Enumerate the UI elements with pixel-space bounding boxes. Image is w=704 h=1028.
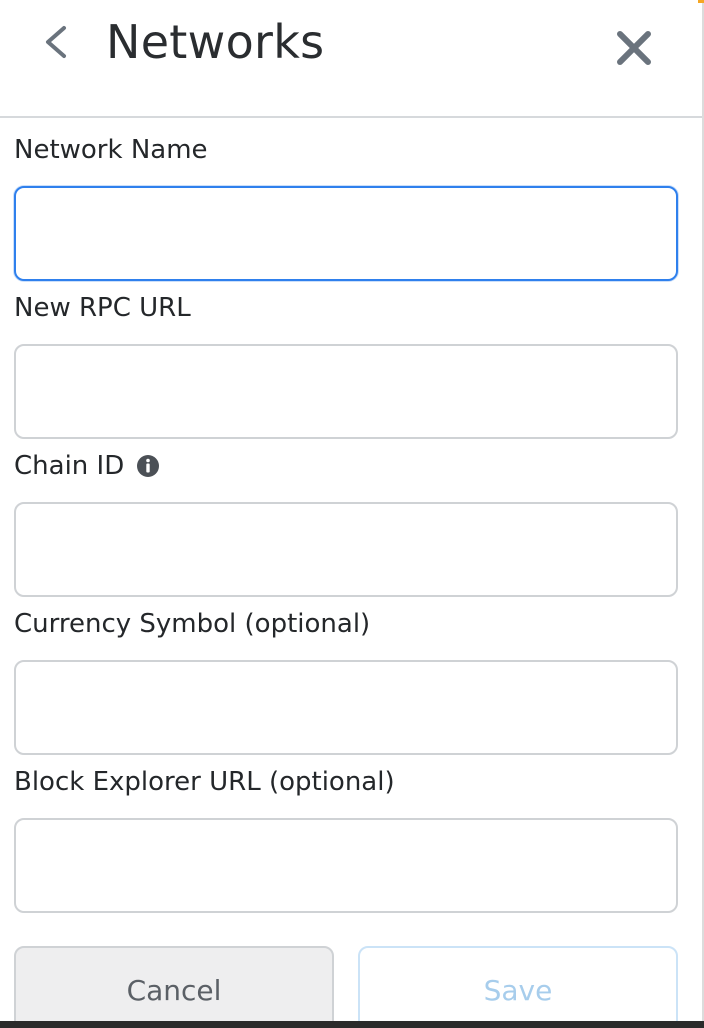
page-title: Networks [106, 15, 325, 69]
close-icon [617, 31, 651, 65]
rpc-url-input[interactable] [14, 344, 678, 439]
network-name-label: Network Name [14, 134, 208, 166]
save-button[interactable]: Save [358, 946, 678, 1028]
close-button[interactable] [612, 26, 656, 70]
chain-id-label: Chain ID [14, 450, 160, 482]
chain-id-label-text: Chain ID [14, 451, 125, 481]
currency-symbol-label-text: Currency Symbol (optional) [14, 609, 371, 639]
block-explorer-label-text: Block Explorer URL (optional) [14, 767, 395, 797]
info-icon[interactable] [136, 454, 160, 478]
block-explorer-input[interactable] [14, 818, 678, 913]
back-button[interactable] [36, 20, 76, 64]
header: Networks [0, 0, 702, 118]
rpc-url-label-text: New RPC URL [14, 293, 191, 323]
chain-id-input[interactable] [14, 502, 678, 597]
rpc-url-label: New RPC URL [14, 292, 191, 324]
cancel-button[interactable]: Cancel [14, 946, 334, 1028]
block-explorer-label: Block Explorer URL (optional) [14, 766, 395, 798]
chevron-left-icon [46, 26, 66, 58]
currency-symbol-input[interactable] [14, 660, 678, 755]
networks-page: Networks Network Name New RPC URL Chain … [0, 0, 704, 1028]
currency-symbol-label: Currency Symbol (optional) [14, 608, 370, 640]
window-bottom-edge [0, 1021, 704, 1028]
network-name-label-text: Network Name [14, 135, 208, 165]
network-name-input[interactable] [14, 186, 678, 281]
